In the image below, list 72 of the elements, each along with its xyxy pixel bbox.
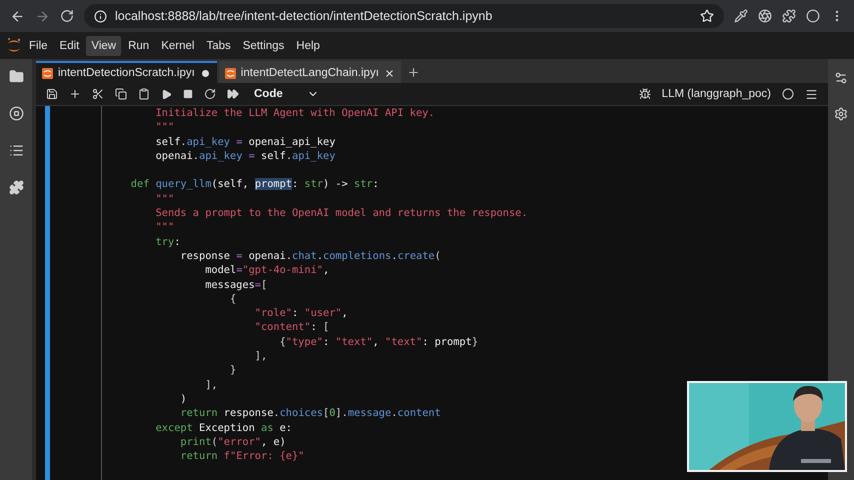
code-line: return f"Error: {e}" — [179, 449, 306, 464]
save-icon[interactable] — [46, 88, 58, 100]
code-line: """ — [154, 192, 176, 206]
settings-icon[interactable] — [834, 107, 848, 121]
profile-icon[interactable] — [806, 9, 820, 23]
menu-item[interactable]: Kernel — [156, 36, 200, 56]
copy-icon[interactable] — [115, 88, 127, 100]
paste-icon[interactable] — [138, 88, 150, 100]
code-line: return response.choices[0].message.content — [179, 406, 442, 421]
kernel-status-icon — [782, 88, 794, 100]
menu-item[interactable]: View — [86, 36, 122, 56]
code-line: {"type": "text", "text": prompt} — [278, 334, 480, 350]
menu-item[interactable]: Tabs — [201, 36, 236, 56]
code-line: except Exception as e: — [154, 420, 294, 435]
code-line: } — [228, 363, 238, 378]
run-all-icon[interactable] — [227, 88, 239, 100]
back-icon[interactable] — [10, 8, 25, 24]
code-line: def query_llm(self, prompt: str) -> str: — [130, 177, 380, 192]
address-bar[interactable]: localhost:8888/lab/tree/intent-detection/intentDetectionScratch.ipynb — [84, 4, 724, 28]
restart-icon[interactable] — [204, 88, 216, 100]
property-inspector-icon[interactable] — [834, 71, 848, 85]
code-line: { — [228, 292, 238, 306]
plus-icon — [406, 66, 420, 78]
code-line: "content": [ — [254, 320, 330, 335]
unsaved-dot-icon[interactable] — [200, 68, 211, 78]
menu-item[interactable]: Settings — [238, 36, 290, 56]
notebook-icon — [224, 68, 236, 78]
code-line: "role": "user", — [254, 306, 349, 320]
code-line: openai.api_key = self.api_key — [154, 148, 336, 164]
code-line: """ — [154, 220, 176, 235]
tab-label: intentDetectLangChain.ipyı — [240, 67, 379, 79]
code-line: """ — [154, 120, 176, 135]
extensions-icon[interactable] — [782, 9, 796, 23]
code-line: Initialize the LLM Agent with OpenAI API key. — [154, 106, 436, 120]
code-line: self.api_key = openai_api_key — [154, 134, 336, 149]
list-icon[interactable] — [8, 143, 24, 158]
menu-item[interactable]: Help — [291, 36, 325, 56]
close-icon[interactable] — [384, 68, 395, 78]
reload-icon[interactable] — [60, 9, 74, 23]
extension-icon[interactable] — [758, 9, 772, 23]
add-cell-icon[interactable] — [69, 88, 81, 100]
code-line: ], — [254, 349, 268, 364]
code-line: print("error", e) — [179, 434, 287, 450]
notebook-tab[interactable]: intentDetectLangChain.ipyı — [218, 61, 401, 83]
notebook-tab[interactable]: intentDetectionScratch.ipyı — [36, 61, 217, 83]
code-line: response = openai.chat.completions.create( — [179, 248, 442, 264]
running-icon[interactable] — [8, 106, 24, 121]
kernel-name[interactable]: LLM (langgraph_poc) — [662, 88, 771, 100]
notebook-icon — [42, 68, 53, 78]
code-line: Sends a prompt to the OpenAI model and returns the response. — [154, 206, 528, 220]
folder-icon[interactable] — [8, 69, 24, 84]
cut-icon[interactable] — [92, 88, 104, 100]
jupyter-logo-icon — [6, 36, 22, 54]
code-line: ], — [204, 378, 219, 392]
code-line: try: — [154, 234, 182, 249]
tab-label: intentDetectionScratch.ipyı — [58, 67, 195, 79]
site-info-icon[interactable] — [94, 10, 107, 22]
bookmark-star-icon[interactable] — [700, 9, 714, 23]
eyedropper-icon[interactable] — [734, 9, 748, 23]
code-line: model="gpt-4o-mini", — [204, 263, 330, 278]
menu-icon[interactable] — [805, 88, 818, 100]
cell-type-dropdown[interactable]: Code — [250, 88, 323, 100]
stop-icon[interactable] — [183, 89, 193, 99]
code-line: ) — [179, 392, 188, 406]
forward-icon[interactable] — [35, 8, 50, 24]
code-line: messages=[ — [204, 278, 268, 292]
puzzle-icon[interactable] — [8, 180, 24, 195]
menu-item[interactable]: File — [24, 36, 53, 56]
bug-icon[interactable] — [638, 88, 651, 100]
menu-item[interactable]: Run — [123, 36, 154, 56]
run-icon[interactable] — [161, 88, 172, 100]
menu-item[interactable]: Edit — [54, 36, 84, 56]
